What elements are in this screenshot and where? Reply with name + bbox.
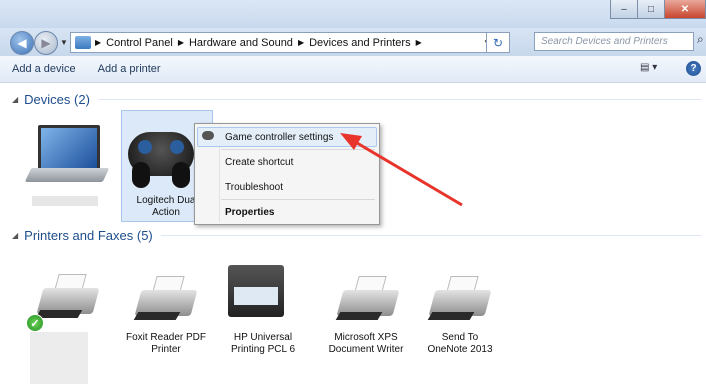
multifunction-printer-icon[interactable] [228, 265, 290, 317]
annotation-arrow-line [351, 138, 463, 207]
printer-label-line1: Foxit Reader PDF [125, 332, 207, 343]
printers-group-label: Printers and Faxes (5) [24, 228, 153, 243]
printer-icon[interactable] [427, 274, 492, 322]
default-printer-check-icon: ✓ [26, 314, 44, 332]
printer-icon[interactable] [133, 274, 198, 322]
collapse-triangle-icon[interactable]: ◢ [12, 231, 18, 240]
blurred-label [30, 332, 88, 384]
printer-label-line2: Printing PCL 6 [230, 344, 296, 355]
printer-icon[interactable] [335, 274, 400, 322]
printer-window [234, 287, 278, 305]
printer-label-hp: HP Universal Printing PCL 6 [214, 332, 312, 356]
printer-label-onenote: Send To OneNote 2013 [414, 332, 506, 356]
printer-label-foxit: Foxit Reader PDF Printer [120, 332, 212, 356]
printer-label-line1: HP Universal [233, 332, 293, 343]
printer-label-line2: OneNote 2013 [427, 344, 493, 355]
printer-tray [427, 312, 475, 320]
printer-label-line1: Microsoft XPS [334, 332, 398, 343]
printer-label-xps: Microsoft XPS Document Writer [316, 332, 416, 356]
printer-label-line1: Send To [441, 332, 479, 343]
printer-tray [133, 312, 181, 320]
printer-label-line2: Document Writer [328, 344, 404, 355]
annotation-arrow-head [340, 133, 362, 150]
printer-tray [335, 312, 383, 320]
printer-icon[interactable] [35, 272, 100, 320]
group-divider [160, 235, 702, 236]
printers-group-header[interactable]: ◢ Printers and Faxes (5) [12, 228, 702, 243]
printer-label-line2: Printer [151, 344, 181, 355]
printer-tray [35, 310, 83, 318]
annotation-arrow [340, 133, 463, 207]
